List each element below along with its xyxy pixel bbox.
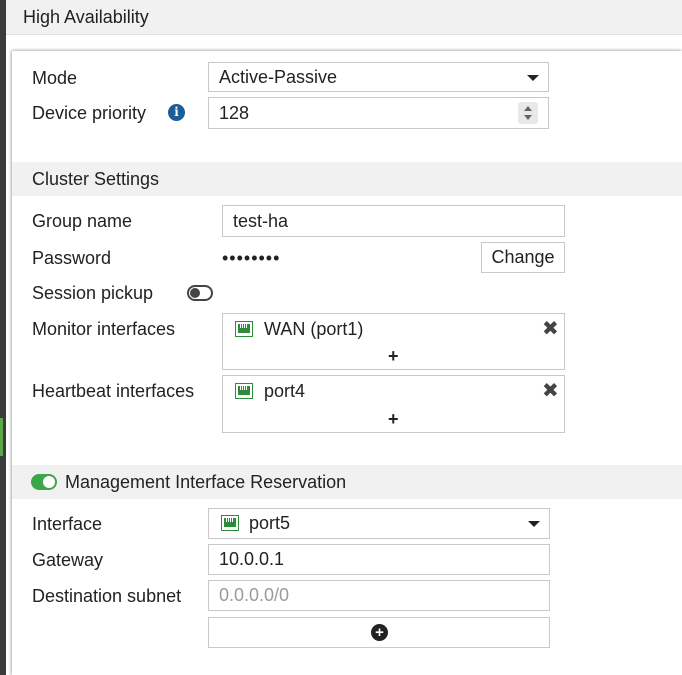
interface-label: Interface	[32, 514, 103, 534]
spinner-up-icon[interactable]	[524, 106, 532, 111]
plus-icon[interactable]: +	[388, 347, 399, 365]
destination-subnet-input[interactable]: 0.0.0.0/0	[208, 580, 550, 611]
session-pickup-label: Session pickup	[32, 283, 154, 303]
gateway-input[interactable]: 10.0.0.1	[208, 544, 550, 575]
chevron-down-icon	[528, 521, 540, 527]
gateway-value: 10.0.0.1	[219, 549, 285, 569]
page-header: High Availability	[6, 0, 682, 35]
toggle-knob	[43, 476, 55, 488]
left-sidebar-strip	[0, 0, 6, 675]
session-pickup-toggle[interactable]	[187, 285, 213, 301]
plus-circle-icon[interactable]: +	[371, 624, 388, 641]
interface-select[interactable]: port5	[208, 508, 550, 539]
device-priority-input[interactable]: 128	[208, 97, 549, 129]
password-masked-value: ••••••••	[222, 248, 281, 268]
close-icon[interactable]: ✖	[542, 319, 559, 339]
toggle-knob	[190, 288, 200, 298]
gateway-label: Gateway	[32, 550, 104, 570]
mode-select[interactable]: Active-Passive	[208, 62, 549, 92]
mgmt-interface-section-header: Management Interface Reservation	[12, 465, 682, 499]
heartbeat-interface-item[interactable]: port4	[264, 381, 305, 402]
spinner-down-icon[interactable]	[524, 115, 532, 120]
number-spinner[interactable]	[518, 102, 538, 124]
add-entry-button[interactable]: +	[208, 617, 550, 648]
plus-icon[interactable]: +	[388, 410, 399, 428]
destination-subnet-label: Destination subnet	[32, 586, 182, 606]
mgmt-reservation-toggle[interactable]	[31, 474, 57, 490]
cluster-settings-title: Cluster Settings	[32, 169, 160, 189]
device-priority-label: Device priority	[32, 103, 147, 123]
chevron-down-icon	[527, 75, 539, 81]
group-name-label: Group name	[32, 211, 133, 231]
mode-label: Mode	[32, 68, 78, 88]
close-icon[interactable]: ✖	[542, 381, 559, 401]
network-port-icon	[235, 321, 253, 337]
monitor-interface-item[interactable]: WAN (port1)	[264, 319, 363, 340]
heartbeat-interfaces-list[interactable]: port4 ✖ +	[222, 375, 565, 433]
network-port-icon	[221, 515, 239, 531]
destination-subnet-placeholder: 0.0.0.0/0	[219, 585, 290, 605]
page-title: High Availability	[23, 7, 149, 27]
interface-value: port5	[249, 513, 291, 533]
cluster-settings-section-header: Cluster Settings	[12, 162, 682, 196]
group-name-value: test-ha	[233, 211, 289, 231]
mgmt-interface-title: Management Interface Reservation	[65, 472, 347, 492]
mode-value: Active-Passive	[219, 67, 338, 87]
device-priority-value: 128	[219, 103, 250, 123]
monitor-interfaces-list[interactable]: WAN (port1) ✖ +	[222, 313, 565, 370]
group-name-input[interactable]: test-ha	[222, 205, 565, 237]
heartbeat-interfaces-label: Heartbeat interfaces	[32, 381, 195, 401]
change-password-button[interactable]: Change	[481, 242, 565, 273]
active-indicator	[0, 418, 3, 456]
monitor-interfaces-label: Monitor interfaces	[32, 319, 176, 339]
network-port-icon	[235, 383, 253, 399]
password-label: Password	[32, 248, 112, 268]
ha-settings-panel: Mode Active-Passive Device priority i 12…	[12, 51, 682, 675]
info-icon[interactable]: i	[168, 104, 185, 121]
